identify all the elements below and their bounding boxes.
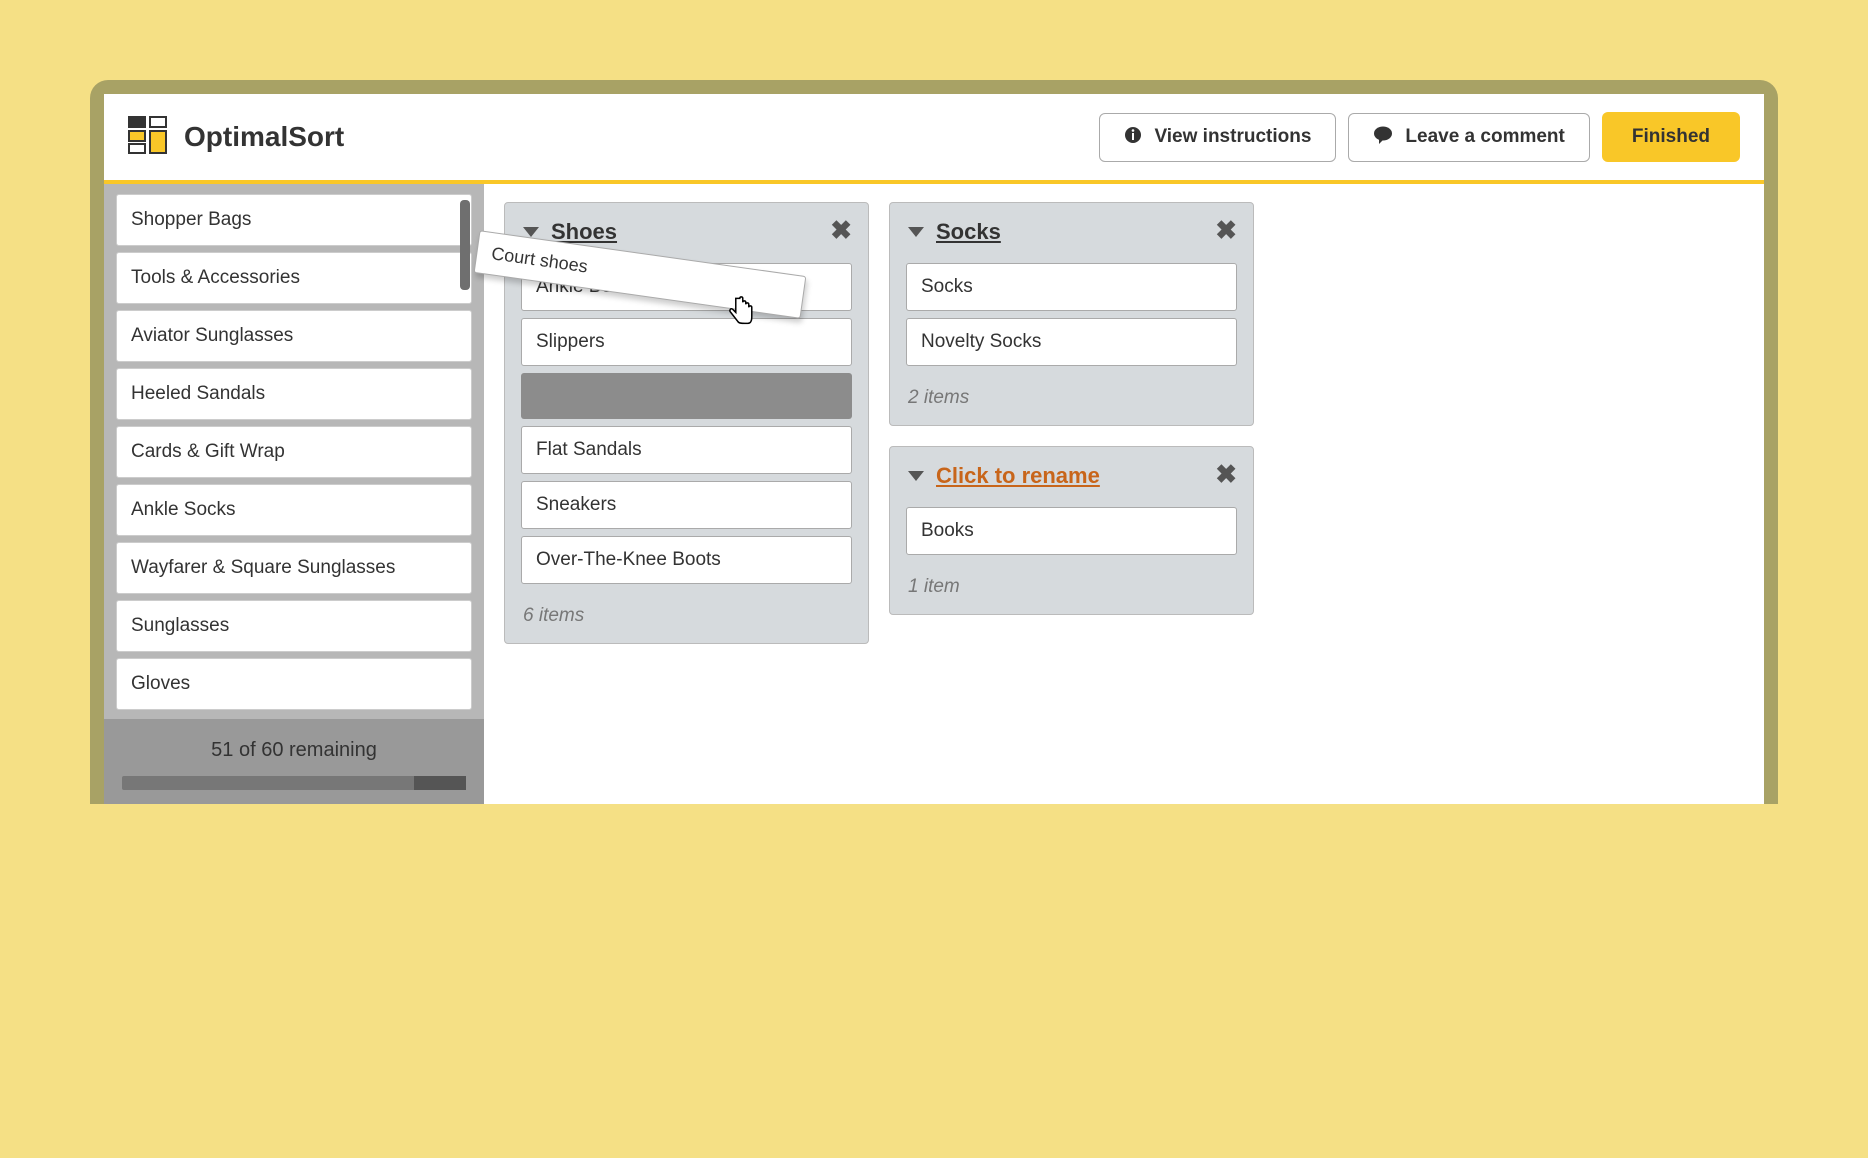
category-card[interactable]: Slippers — [521, 318, 852, 366]
drop-placeholder: Court shoes — [521, 373, 852, 419]
category-card[interactable]: Over-The-Knee Boots — [521, 536, 852, 584]
category-socks[interactable]: Socks ✖ Socks Novelty Socks 2 items — [889, 202, 1254, 426]
comment-icon — [1373, 126, 1393, 149]
progress-fill — [414, 776, 466, 790]
list-item[interactable]: Sunglasses — [116, 600, 472, 652]
brand-name: OptimalSort — [184, 121, 344, 153]
leave-comment-button[interactable]: Leave a comment — [1348, 113, 1589, 162]
list-item[interactable]: Shopper Bags — [116, 194, 472, 246]
leave-comment-label: Leave a comment — [1405, 126, 1564, 148]
dragging-card-label: Court shoes — [490, 243, 589, 276]
app-window: OptimalSort View instructions Leave a co… — [90, 80, 1778, 804]
list-item[interactable]: Wayfarer & Square Sunglasses — [116, 542, 472, 594]
category-card[interactable]: Sneakers — [521, 481, 852, 529]
category-card[interactable]: Novelty Socks — [906, 318, 1237, 366]
category-shoes[interactable]: Shoes ✖ Ankle Boots Slippers Court shoes — [504, 202, 869, 644]
category-card[interactable]: Socks — [906, 263, 1237, 311]
cursor-icon — [728, 294, 754, 329]
workspace: Shopper Bags Tools & Accessories Aviator… — [104, 184, 1764, 804]
close-icon[interactable]: ✖ — [830, 217, 852, 243]
progress-bar — [122, 776, 466, 790]
list-item[interactable]: Gloves — [116, 658, 472, 710]
finished-button[interactable]: Finished — [1602, 112, 1740, 162]
inner-window: OptimalSort View instructions Leave a co… — [104, 94, 1764, 804]
list-item[interactable]: Tools & Accessories — [116, 252, 472, 304]
category-header: Click to rename ✖ — [890, 447, 1253, 503]
category-card[interactable]: Books — [906, 507, 1237, 555]
collapse-icon[interactable] — [523, 227, 539, 237]
category-title-rename[interactable]: Click to rename — [936, 463, 1100, 489]
collapse-icon[interactable] — [908, 227, 924, 237]
category-body[interactable]: Ankle Boots Slippers Court shoes — [505, 259, 868, 595]
category-body[interactable]: Books — [890, 503, 1253, 566]
view-instructions-button[interactable]: View instructions — [1099, 113, 1336, 162]
sidebar: Shopper Bags Tools & Accessories Aviator… — [104, 184, 484, 804]
categories-area[interactable]: Shoes ✖ Ankle Boots Slippers Court shoes — [484, 184, 1764, 804]
sidebar-footer: 51 of 60 remaining — [104, 719, 484, 804]
category-unnamed[interactable]: Click to rename ✖ Books 1 item — [889, 446, 1254, 615]
logo-icon — [128, 116, 170, 159]
close-icon[interactable]: ✖ — [1215, 461, 1237, 487]
category-column: Socks ✖ Socks Novelty Socks 2 items Clic… — [889, 202, 1254, 615]
header-actions: View instructions Leave a comment Finish… — [1099, 112, 1740, 162]
close-icon[interactable]: ✖ — [1215, 217, 1237, 243]
category-body[interactable]: Socks Novelty Socks — [890, 259, 1253, 377]
category-title[interactable]: Socks — [936, 219, 1001, 245]
brand: OptimalSort — [128, 116, 344, 159]
list-item[interactable]: Heeled Sandals — [116, 368, 472, 420]
header: OptimalSort View instructions Leave a co… — [104, 94, 1764, 184]
item-count: 6 items — [505, 595, 868, 643]
list-item[interactable]: Cards & Gift Wrap — [116, 426, 472, 478]
category-column: Shoes ✖ Ankle Boots Slippers Court shoes — [504, 202, 869, 644]
unsorted-card-list[interactable]: Shopper Bags Tools & Accessories Aviator… — [116, 194, 472, 719]
remaining-count: 51 of 60 remaining — [122, 739, 466, 762]
category-card[interactable]: Flat Sandals — [521, 426, 852, 474]
category-header: Socks ✖ — [890, 203, 1253, 259]
view-instructions-label: View instructions — [1154, 126, 1311, 148]
list-item[interactable]: Aviator Sunglasses — [116, 310, 472, 362]
info-icon — [1124, 126, 1142, 149]
item-count: 2 items — [890, 377, 1253, 425]
collapse-icon[interactable] — [908, 471, 924, 481]
scrollbar-thumb[interactable] — [460, 200, 470, 290]
list-item[interactable]: Ankle Socks — [116, 484, 472, 536]
finished-label: Finished — [1632, 126, 1710, 147]
item-count: 1 item — [890, 566, 1253, 614]
